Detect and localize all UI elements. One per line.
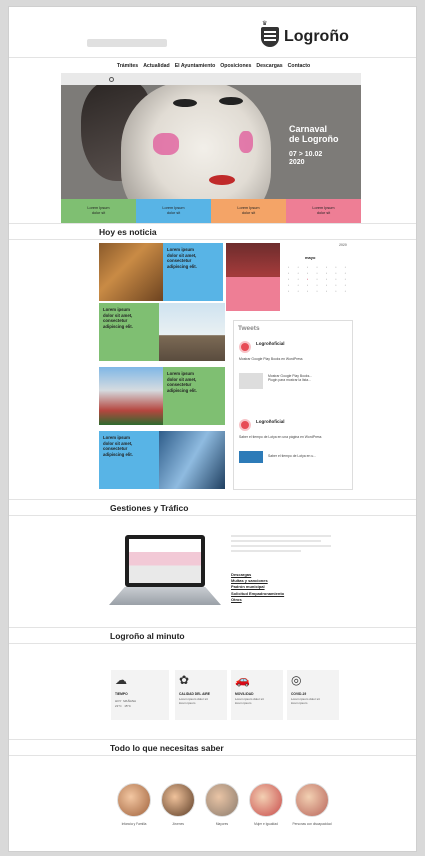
calendar-grid[interactable]: • • • • • • • • • • • • • • • • • • • • • • • • • • • • • • • • • • • [285, 265, 349, 293]
calendar-day[interactable]: • [285, 277, 292, 281]
hero-tile-1[interactable]: Lorem Ipsum dolor sit [61, 199, 136, 223]
calendar-day[interactable]: • [332, 265, 339, 269]
calendar-day[interactable]: • [342, 277, 349, 281]
twitter-avatar[interactable] [239, 341, 251, 353]
calendar-day[interactable]: • [342, 289, 349, 293]
calendar-day[interactable]: • [304, 265, 311, 269]
cloud-icon: ☁ [115, 673, 127, 687]
mobility-box[interactable]: 🚗 MOVILIDAD Lorem ipsum dolor sit lorem … [231, 670, 283, 720]
calendar-day[interactable]: • [294, 283, 301, 287]
hero-tiles: Lorem Ipsum dolor sit Lorem Ipsum dolor … [61, 199, 361, 223]
car-icon: 🚗 [235, 673, 250, 687]
calendar-day[interactable]: • [313, 277, 320, 281]
calendar-day[interactable]: • [342, 283, 349, 287]
tweets-widget: Tweets Logroñoficial Mostrar Google Play… [233, 320, 353, 490]
nav-item-descargas[interactable]: Descargas [256, 63, 282, 69]
label-jovenes[interactable]: Jóvenes [153, 822, 203, 827]
calendar-day[interactable]: • [285, 289, 292, 293]
label-infancia[interactable]: Infancia y Familia [109, 822, 159, 827]
virus-icon: ◎ [291, 673, 302, 687]
avatar-infancia[interactable] [117, 783, 151, 817]
calendar-day[interactable]: • [285, 283, 292, 287]
calendar-day[interactable]: • [332, 283, 339, 287]
pause-icon[interactable] [109, 76, 114, 82]
tweets-title: Tweets [238, 325, 260, 332]
calendar-day[interactable]: • [294, 265, 301, 269]
calendar-day[interactable]: • [323, 289, 330, 293]
calendar-day[interactable]: • [323, 265, 330, 269]
calendar-day[interactable]: • [313, 289, 320, 293]
wordpress-thumbnail[interactable] [239, 451, 263, 463]
hero-tile-2[interactable]: Lorem Ipsum dolor sit [136, 199, 211, 223]
nav-item-actualidad[interactable]: Actualidad [143, 63, 170, 69]
label-mujer[interactable]: Mujer e Igualdad [241, 822, 291, 827]
label-mayores[interactable]: Mayores [197, 822, 247, 827]
search-placeholder-bar[interactable] [87, 39, 167, 47]
calendar-day[interactable]: • [332, 277, 339, 281]
air-quality-box[interactable]: ✿ CALIDAD DEL AIRE Lorem ipsum dolor sit… [175, 670, 227, 720]
calendar-day[interactable]: • [304, 289, 311, 293]
calendar-day[interactable]: • [304, 277, 311, 281]
news-image-flowers[interactable] [99, 367, 163, 425]
tweet-thumbnail[interactable] [239, 373, 263, 389]
calendar-day[interactable]: • [313, 283, 320, 287]
hero-toolbar [61, 73, 361, 85]
logo[interactable]: ♛ Logroño [261, 21, 349, 47]
calendar-day[interactable]: • [323, 277, 330, 281]
section-title-news: Hoy es noticia [99, 227, 157, 237]
hero-tile-3[interactable]: Lorem Ipsum dolor sit [211, 199, 286, 223]
link-otros[interactable]: Otros [231, 597, 284, 603]
section-title-gestiones: Gestiones y Tráfico [110, 503, 189, 513]
flower-icon: ✿ [179, 673, 190, 687]
main-nav: Trámites Actualidad El Ayuntamiento Opos… [9, 63, 416, 69]
covid-box[interactable]: ◎ COVID-19 Lorem ipsum dolor sit lorem i… [287, 670, 339, 720]
section-title-minuto: Logroño al minuto [110, 631, 185, 641]
hero-date: 07 > 10.02 2020 [289, 151, 323, 167]
avatar-jovenes[interactable] [161, 783, 195, 817]
nav-item-oposiciones[interactable]: Oposiciones [220, 63, 251, 69]
nav-item-tramites[interactable]: Trámites [117, 63, 138, 69]
link-empadronamiento[interactable]: Solicitud Empadronamiento [231, 591, 284, 597]
avatar-discapacidad[interactable] [295, 783, 329, 817]
calendar-day[interactable]: • [294, 271, 301, 275]
calendar-day[interactable]: • [323, 283, 330, 287]
news-image-statue[interactable] [159, 303, 225, 361]
nav-item-contacto[interactable]: Contacto [288, 63, 310, 69]
news-image-building[interactable] [159, 431, 225, 489]
twitter-avatar[interactable] [239, 419, 251, 431]
calendar-day[interactable]: • [294, 277, 301, 281]
hero-tile-4[interactable]: Lorem Ipsum dolor sit [286, 199, 361, 223]
calendar-day[interactable]: • [332, 271, 339, 275]
calendar-day[interactable]: • [294, 289, 301, 293]
weather-box[interactable]: ☁ TIEMPO HOY MAÑANA 21°C 15°C [111, 670, 169, 720]
calendar-day[interactable]: • [285, 265, 292, 269]
news-image-food[interactable] [99, 243, 163, 301]
logo-text: Logroño [284, 28, 349, 45]
hero-banner[interactable]: Carnaval de Logroño 07 > 10.02 2020 Lore… [61, 73, 361, 223]
calendar-day[interactable]: • [342, 271, 349, 275]
avatar-mayores[interactable] [205, 783, 239, 817]
section-title-saber: Todo lo que necesitas saber [110, 743, 224, 753]
coat-of-arms-icon: ♛ [261, 21, 279, 47]
calendar-day[interactable]: • [285, 271, 292, 275]
hero-title: Carnaval de Logroño [289, 124, 339, 144]
avatar-mujer[interactable] [249, 783, 283, 817]
nav-item-ayuntamiento[interactable]: El Ayuntamiento [175, 63, 216, 69]
calendar-day[interactable]: • [304, 283, 311, 287]
calendar-day[interactable]: • [313, 271, 320, 275]
calendar-day[interactable]: • [323, 271, 330, 275]
news-card-pink[interactable] [226, 277, 280, 311]
calendar-day[interactable]: • [332, 289, 339, 293]
calendar-month: mayo [305, 255, 316, 260]
label-discapacidad[interactable]: Personas con discapacidad [287, 822, 337, 827]
gestiones-links: Descargas Multas y sanciones Padrón muni… [231, 572, 284, 603]
page: ♛ Logroño Trámites Actualidad El Ayuntam… [8, 6, 417, 852]
calendar-day[interactable]: • [313, 265, 320, 269]
calendar-day[interactable]: • [342, 265, 349, 269]
calendar-day[interactable]: • [304, 271, 311, 275]
laptop-image [109, 535, 221, 615]
